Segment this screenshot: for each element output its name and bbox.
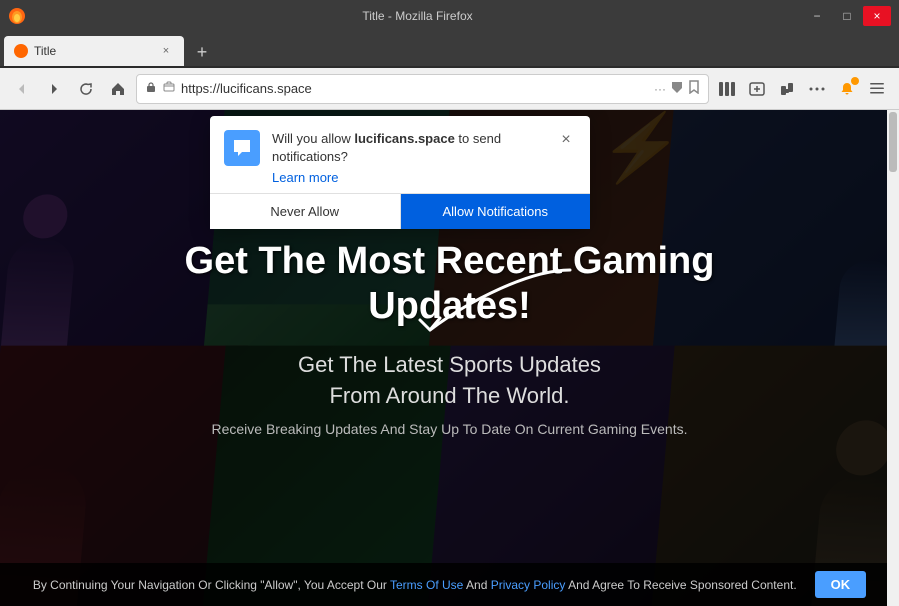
home-button[interactable] [104, 75, 132, 103]
navigation-bar: https://lucificans.space ··· [0, 68, 899, 110]
library-button[interactable] [713, 75, 741, 103]
address-bar[interactable]: https://lucificans.space ··· [136, 74, 709, 104]
popup-close-button[interactable]: × [556, 130, 576, 150]
close-button[interactable]: × [863, 6, 891, 26]
notification-button[interactable] [833, 75, 861, 103]
title-bar: Title - Mozilla Firefox − □ × [0, 0, 899, 32]
page-description: Receive Breaking Updates And Stay Up To … [212, 421, 688, 437]
popup-actions: Never Allow Allow Notifications [210, 193, 590, 229]
minimize-button[interactable]: − [803, 6, 831, 26]
window-controls: − □ × [803, 6, 891, 26]
address-bar-actions: ··· [654, 80, 700, 97]
extensions-button[interactable] [773, 75, 801, 103]
page-title: Get The Most Recent Gaming Updates! [185, 239, 715, 330]
new-tab-button[interactable]: + [188, 38, 216, 66]
pocket-icon[interactable] [670, 80, 684, 97]
ok-button[interactable]: OK [815, 571, 867, 598]
scrollbar-thumb[interactable] [889, 112, 897, 172]
content-area: ⚡ Get The Most Recent Gaming [0, 110, 899, 606]
popup-header: Will you allow lucificans.space to send … [210, 116, 590, 193]
address-more-icon[interactable]: ··· [654, 82, 666, 96]
notification-badge [851, 77, 859, 85]
tab-label: Title [34, 44, 152, 58]
scrollbar[interactable] [887, 110, 899, 606]
forward-button[interactable] [40, 75, 68, 103]
tab-bar: Title × + [0, 32, 899, 68]
allow-notifications-button[interactable]: Allow Notifications [401, 194, 591, 229]
learn-more-link[interactable]: Learn more [272, 170, 544, 185]
privacy-link[interactable]: Privacy Policy [491, 578, 566, 592]
nav-right-icons [713, 75, 891, 103]
browser-window: Title - Mozilla Firefox − □ × Title × + [0, 0, 899, 606]
url-text: https://lucificans.space [181, 81, 648, 96]
security-icon [145, 81, 157, 96]
active-tab[interactable]: Title × [4, 36, 184, 66]
bottom-consent-bar: By Continuing Your Navigation Or Clickin… [0, 563, 899, 606]
tab-favicon [14, 44, 28, 58]
popup-text-block: Will you allow lucificans.space to send … [272, 130, 544, 185]
popup-message: Will you allow lucificans.space to send … [272, 131, 501, 164]
popup-chat-icon [224, 130, 260, 166]
bookmark-icon[interactable] [688, 80, 700, 97]
popup-domain: lucificans.space [354, 131, 454, 146]
never-allow-button[interactable]: Never Allow [210, 194, 401, 229]
maximize-button[interactable]: □ [833, 6, 861, 26]
tab-close-button[interactable]: × [158, 43, 174, 59]
menu-button[interactable] [863, 75, 891, 103]
refresh-button[interactable] [72, 75, 100, 103]
page-subtitle: Get The Latest Sports Updates From Aroun… [298, 350, 601, 412]
sync-button[interactable] [743, 75, 771, 103]
address-icon [163, 81, 175, 96]
consent-text: By Continuing Your Navigation Or Clickin… [33, 578, 797, 592]
window-title: Title - Mozilla Firefox [32, 9, 803, 23]
notification-popup: Will you allow lucificans.space to send … [210, 116, 590, 229]
terms-link[interactable]: Terms Of Use [390, 578, 463, 592]
back-button[interactable] [8, 75, 36, 103]
firefox-icon [8, 7, 26, 25]
more-button[interactable] [803, 75, 831, 103]
